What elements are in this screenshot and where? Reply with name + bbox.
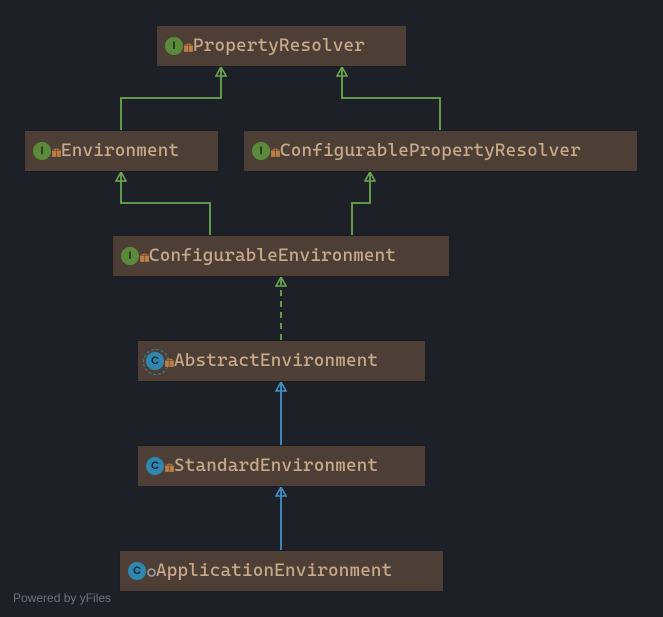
interface-icon: I (121, 247, 139, 265)
abstract-class-icon: C (146, 352, 164, 370)
edge-ce-to-cpr (352, 172, 370, 235)
visibility-package-icon (51, 147, 62, 158)
kind-badge-stack: C (128, 559, 156, 583)
node-application-environment[interactable]: C ApplicationEnvironment (119, 550, 444, 592)
interface-icon: I (165, 37, 183, 55)
node-label: PropertyResolver (193, 37, 365, 55)
node-standard-environment[interactable]: C StandardEnvironment (137, 445, 426, 487)
node-label: AbstractEnvironment (174, 352, 378, 370)
edge-layer (0, 0, 663, 617)
interface-icon: I (252, 142, 270, 160)
visibility-package-icon (270, 147, 281, 158)
kind-badge-stack: I (33, 139, 61, 163)
node-abstract-environment[interactable]: C AbstractEnvironment (137, 340, 426, 382)
node-label: ConfigurablePropertyResolver (280, 142, 581, 160)
kind-badge-stack: I (121, 244, 149, 268)
kind-badge-stack: I (252, 139, 280, 163)
visibility-package-icon (183, 42, 194, 53)
visibility-default-icon (146, 567, 157, 578)
kind-badge-stack: I (165, 34, 193, 58)
node-configurable-property-resolver[interactable]: I ConfigurablePropertyResolver (243, 130, 638, 172)
node-label: StandardEnvironment (174, 457, 378, 475)
edge-env-to-pr (121, 67, 221, 130)
node-configurable-environment[interactable]: I ConfigurableEnvironment (112, 235, 450, 277)
node-label: ConfigurableEnvironment (149, 247, 396, 265)
node-label: Environment (61, 142, 179, 160)
visibility-package-icon (164, 357, 175, 368)
footer-credit: Powered by yFiles (13, 591, 111, 605)
class-icon: C (146, 457, 164, 475)
class-icon: C (128, 562, 146, 580)
edge-ce-to-env (121, 172, 210, 235)
kind-badge-stack: C (146, 454, 174, 478)
edge-cpr-to-pr (342, 67, 440, 130)
visibility-package-icon (164, 462, 175, 473)
node-property-resolver[interactable]: I PropertyResolver (156, 25, 407, 67)
interface-icon: I (33, 142, 51, 160)
kind-badge-stack: C (146, 349, 174, 373)
node-environment[interactable]: I Environment (24, 130, 219, 172)
node-label: ApplicationEnvironment (156, 562, 392, 580)
visibility-package-icon (139, 252, 150, 263)
